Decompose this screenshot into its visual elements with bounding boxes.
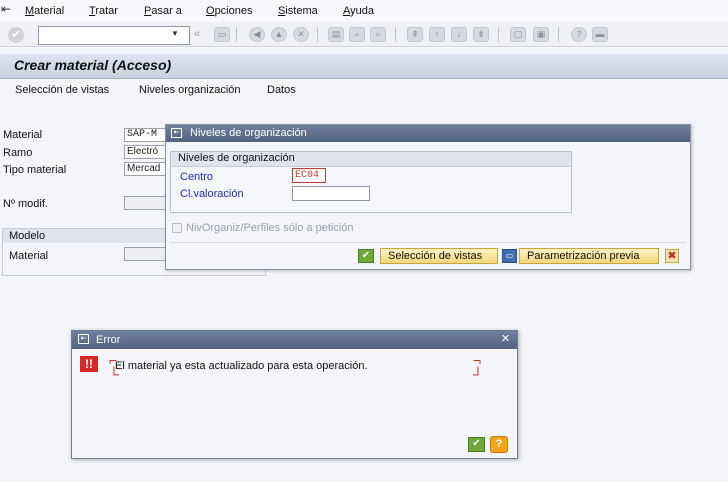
- previous-page-icon[interactable]: ↑: [429, 27, 445, 42]
- collapse-icon[interactable]: «: [194, 28, 200, 40]
- exit-icon[interactable]: ▲: [271, 27, 287, 42]
- error-dialog-title: Error: [96, 334, 121, 346]
- centro-field[interactable]: EC04: [292, 168, 326, 183]
- clase-valoracion-field[interactable]: [292, 186, 370, 201]
- parametrizacion-previa-button-label: Parametrización previa: [527, 250, 640, 262]
- ramo-label: Ramo: [3, 147, 33, 159]
- seleccion-vistas-button-label: Selección de vistas: [388, 250, 483, 262]
- divider: [170, 242, 686, 243]
- centro-label: Centro: [180, 171, 214, 183]
- find-next-icon[interactable]: ⌕: [370, 27, 386, 42]
- ramo-field[interactable]: Electró: [124, 145, 170, 159]
- customize-icon[interactable]: ▬: [592, 27, 608, 42]
- first-page-icon[interactable]: ⇞: [407, 27, 423, 42]
- toolbar-separator: [558, 27, 559, 42]
- tipo-material-field[interactable]: Mercad: [124, 162, 170, 176]
- perfiles-label: NivOrganiz/Perfiles sólo a petición: [186, 222, 354, 234]
- find-icon[interactable]: ⌕: [349, 27, 365, 42]
- help-icon[interactable]: ?: [490, 436, 508, 453]
- print-icon[interactable]: ▤: [328, 27, 344, 42]
- app-button-datos[interactable]: Datos: [267, 84, 296, 96]
- material-field[interactable]: SAP-M: [124, 128, 170, 142]
- toolbar-separator: [317, 27, 318, 42]
- system-menu-icon[interactable]: ⇤: [1, 2, 13, 16]
- modelo-material-field[interactable]: [124, 247, 170, 261]
- next-page-icon[interactable]: ↓: [451, 27, 467, 42]
- menu-opciones[interactable]: Opciones: [206, 5, 252, 17]
- help-icon[interactable]: ?: [571, 27, 587, 42]
- tipo-material-label: Tipo material: [3, 164, 67, 176]
- window-icon: ⇤: [171, 128, 182, 138]
- modelo-material-label: Material: [9, 250, 49, 262]
- close-icon[interactable]: ✕: [499, 333, 512, 346]
- menu-ayuda[interactable]: Ayuda: [343, 5, 374, 17]
- window-icon: ⇤: [78, 334, 89, 344]
- error-icon: !!: [80, 356, 98, 372]
- org-group-title: Niveles de organización: [178, 152, 295, 164]
- cancel-icon[interactable]: ✖: [665, 249, 679, 263]
- toolbar-separator: [236, 27, 237, 42]
- back-icon[interactable]: ◀: [249, 27, 265, 42]
- cancel-icon[interactable]: ✕: [293, 27, 309, 42]
- menu-tratar[interactable]: Tratar: [89, 5, 118, 17]
- page-title: Crear material (Acceso): [14, 57, 172, 73]
- chevron-down-icon[interactable]: ▼: [170, 29, 180, 39]
- material-label: Material: [3, 129, 43, 141]
- num-modif-label: Nº modif.: [3, 198, 48, 210]
- org-dialog-title: Niveles de organización: [190, 127, 307, 139]
- menu-sistema[interactable]: Sistema: [278, 5, 318, 17]
- menu-pasar-a[interactable]: Pasar a: [144, 5, 182, 17]
- num-modif-field[interactable]: [124, 196, 170, 210]
- toolbar-separator: [498, 27, 499, 42]
- seleccion-vistas-button[interactable]: Selección de vistas: [380, 248, 498, 264]
- save-icon: ▭: [502, 249, 517, 263]
- toolbar-separator: [395, 27, 396, 42]
- last-page-icon[interactable]: ⇟: [473, 27, 489, 42]
- enter-icon[interactable]: ✔: [8, 27, 24, 43]
- ok-icon[interactable]: ✔: [468, 437, 485, 452]
- error-message: El material ya esta actualizado para est…: [115, 360, 368, 372]
- parametrizacion-previa-button[interactable]: Parametrización previa: [519, 248, 659, 264]
- new-session-icon[interactable]: ▢: [510, 27, 526, 42]
- perfiles-checkbox[interactable]: [172, 223, 182, 233]
- command-field[interactable]: [38, 26, 190, 45]
- shortcut-icon[interactable]: ▣: [533, 27, 549, 42]
- continue-icon[interactable]: ✔: [358, 249, 374, 263]
- menu-material[interactable]: Material: [25, 5, 64, 17]
- modelo-title: Modelo: [9, 230, 46, 242]
- save-icon[interactable]: ▭: [214, 27, 230, 42]
- error-dialog-titlebar[interactable]: [72, 331, 517, 349]
- clase-valoracion-label: Cl.valoración: [180, 188, 244, 200]
- app-button-niveles-organizacion[interactable]: Niveles organización: [139, 84, 241, 96]
- bracket-icon: ┘: [473, 366, 483, 382]
- error-dialog: [71, 330, 518, 459]
- app-button-seleccion-vistas[interactable]: Selección de vistas: [15, 84, 109, 96]
